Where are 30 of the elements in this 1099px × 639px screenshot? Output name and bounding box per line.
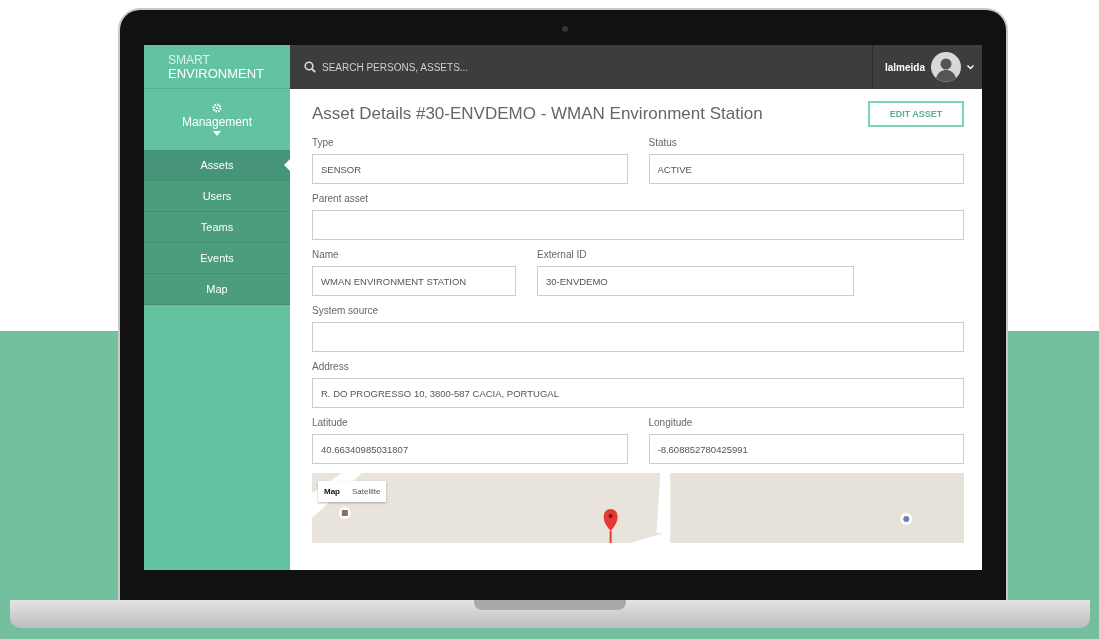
field-label: Address: [312, 361, 350, 373]
camera-dot: [562, 26, 568, 32]
map-type-tab[interactable]: Satellite: [346, 481, 387, 502]
field-label: Type: [312, 137, 335, 149]
field-label: Longitude: [648, 417, 694, 429]
field-label: System source: [312, 305, 380, 317]
input-field[interactable]: [312, 210, 964, 240]
search-field[interactable]: SEARCH PERSONS, ASSETS...: [322, 57, 622, 77]
caret-icon[interactable]: [213, 131, 221, 136]
input-field[interactable]: [312, 322, 964, 352]
avatar-icon[interactable]: [931, 52, 961, 82]
map-type-tab[interactable]: Map: [318, 481, 346, 502]
search-icon: [304, 61, 316, 73]
input-field[interactable]: -8.608852780425991: [648, 434, 964, 464]
field-label: Latitude: [312, 417, 349, 429]
page-title: Asset Details #30-ENVDEMO - WMAN Environment Station: [312, 104, 763, 124]
input-field[interactable]: WMAN ENVIRONMENT STATION: [312, 266, 516, 296]
nav-item[interactable]: Assets: [144, 150, 290, 181]
field-label: Parent asset: [312, 193, 370, 205]
input-field[interactable]: ACTIVE: [648, 154, 964, 184]
input-field[interactable]: 40.66340985031807: [312, 434, 628, 464]
input-field[interactable]: R. DO PROGRESSO 10, 3800-587 CACIA, PORTUGAL: [312, 378, 964, 408]
gear-icon: [212, 103, 222, 113]
field-label: Status: [648, 137, 678, 149]
field-label: External ID: [537, 249, 588, 261]
user-name[interactable]: lalmeida: [884, 61, 925, 73]
chevron-down-icon[interactable]: [967, 64, 974, 70]
field-label: Name: [312, 249, 340, 261]
input-field[interactable]: 30-ENVDEMO: [537, 266, 854, 296]
input-field[interactable]: SENSOR: [312, 154, 628, 184]
